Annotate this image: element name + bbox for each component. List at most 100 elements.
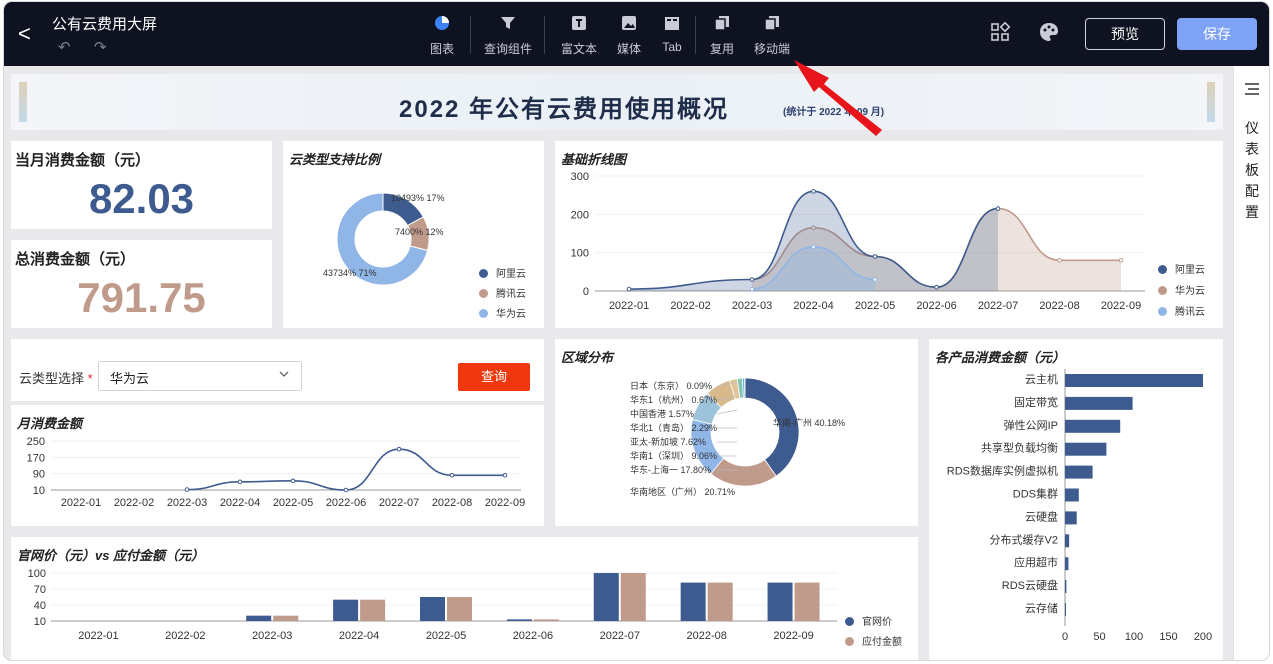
kpi-total-label: 总消费金额（元） <box>15 251 136 268</box>
x-tick-label: 2022-03 <box>167 497 207 509</box>
chevron-down-icon <box>279 371 289 377</box>
series-point <box>290 478 296 484</box>
layout-grid-icon[interactable] <box>989 21 1011 43</box>
divider <box>470 16 471 54</box>
required-marker: * <box>87 371 93 386</box>
donut-data-label: 10493% 17% <box>391 193 445 203</box>
kpi-monthly-value: 82.03 <box>88 175 195 222</box>
basic-line-card[interactable]: 基础折线图 0 100 200 300 2022-01 2022-02 2022-03 202… <box>555 141 1223 328</box>
y-tick-label: 170 <box>27 452 45 464</box>
y-tick-label: 300 <box>571 171 589 183</box>
legend-huawei[interactable]: 华为云 <box>1158 282 1205 297</box>
y-tick-label: 0 <box>583 286 589 298</box>
product-bar <box>1065 580 1067 594</box>
y-tick-label: 100 <box>571 248 589 260</box>
series-bar-0 <box>593 573 619 621</box>
series-bar-0 <box>333 599 359 621</box>
legend-label: 官网价 <box>862 617 892 628</box>
tool-label: 移动端 <box>753 42 790 56</box>
legend-label: 阿里云 <box>1175 265 1205 276</box>
product-bar <box>1065 603 1066 616</box>
preview-button[interactable]: 预览 <box>1085 18 1165 50</box>
undo-icon[interactable]: ↶ <box>58 38 71 56</box>
legend-aliyun[interactable]: 阿里云 <box>479 265 526 280</box>
product-bar <box>1065 511 1077 525</box>
donut-slice-1 <box>710 457 777 487</box>
legend-aliyun[interactable]: 阿里云 <box>1158 261 1205 276</box>
basic-line-chart: 0 100 200 300 2022-01 2022-02 2022-03 2022-04 20… <box>571 171 1145 312</box>
redo-icon[interactable]: ↷ <box>94 38 107 56</box>
kpi-monthly-card[interactable]: 当月消费金额（元） 82.03 <box>11 141 272 229</box>
series-point <box>872 254 878 259</box>
tool-label: 查询组件 <box>483 42 532 56</box>
series-bar-1 <box>533 619 559 621</box>
x-tick-label: 2022-06 <box>513 630 553 642</box>
x-tick-label: 100 <box>1125 631 1143 643</box>
legend-tencent[interactable]: 腾讯云 <box>479 285 526 300</box>
series-bar-0 <box>680 582 706 621</box>
series-point <box>934 284 939 290</box>
price-compare-card[interactable]: 官网价（元）vs 应付金额（元） 10 40 70 100 2022-01 2022-02… <box>11 537 918 660</box>
x-tick-label: 2022-02 <box>165 630 205 642</box>
series-point <box>749 286 755 292</box>
region-card[interactable]: 区域分布 华南-广州 40.18% 华南地区（广州） 20.71% 日本（东京） 0… <box>555 339 918 526</box>
y-tick-label: 10 <box>33 485 45 497</box>
save-button[interactable]: 保存 <box>1177 18 1257 50</box>
legend-huawei[interactable]: 华为云 <box>479 305 526 320</box>
series-point <box>995 206 1001 211</box>
select-label-text: 云类型选择 <box>19 371 85 386</box>
x-tick-label: 2022-03 <box>252 630 292 642</box>
tool-mobile[interactable]: 移动端 <box>742 14 802 57</box>
legend-swatch <box>1158 265 1167 274</box>
donut-data-label: 日本（东京） 0.09% <box>630 380 712 391</box>
legend-swatch <box>479 289 488 298</box>
query-button[interactable]: 查询 <box>458 363 530 391</box>
tool-chart[interactable]: 图表 <box>412 14 472 57</box>
tool-label: 媒体 <box>616 42 641 56</box>
tool-query[interactable]: 查询组件 <box>478 14 538 57</box>
legend-tencent[interactable]: 腾讯云 <box>1158 303 1205 318</box>
legend-swatch <box>845 637 854 646</box>
divider <box>544 16 545 54</box>
dashboard-config-tab[interactable]: 仪表板配置 <box>1242 118 1262 223</box>
banner-decoration <box>1207 82 1215 122</box>
legend-label: 阿里云 <box>496 269 526 280</box>
palette-icon[interactable] <box>1038 21 1060 43</box>
x-tick-label: 2022-07 <box>978 300 1018 312</box>
category-label: RDS云硬盘 <box>1002 578 1058 592</box>
legend-payable[interactable]: 应付金额 <box>845 633 902 648</box>
donut-data-label: 43734% 71% <box>323 268 377 278</box>
donut-data-label: 华东-上海一 17.80% <box>630 464 711 475</box>
x-tick-label: 2022-05 <box>855 300 895 312</box>
series-bar-0 <box>506 619 532 621</box>
x-tick-label: 50 <box>1093 631 1105 643</box>
monthly-spend-card[interactable]: 月消费金额 10 90 170 250 2022-01 2022-02 2022-03 202… <box>11 405 544 526</box>
legend-label: 腾讯云 <box>1175 307 1205 318</box>
cloud-type-select[interactable]: 华为云 <box>98 361 302 391</box>
legend-swatch <box>479 309 488 318</box>
filter-icon <box>478 14 538 36</box>
banner-subtitle: (统计于 2022 年 09 月) <box>783 107 885 118</box>
cloud-type-card[interactable]: 云类型支持比例 10493% 17% 7400% 12% 43734% 71% 阿里… <box>283 141 544 328</box>
series-point <box>1118 258 1124 263</box>
legend-swatch <box>845 617 854 626</box>
product-spend-card[interactable]: 各产品消费金额（元） 0 50 100 150 200 云主机 固定带宽 弹性公网IP 共享型负… <box>929 339 1223 660</box>
back-arrow-icon[interactable]: < <box>18 22 38 46</box>
product-bar <box>1065 488 1079 502</box>
donut-data-label: 亚太-新加坡 7.62% <box>630 436 706 447</box>
category-label: 弹性公网IP <box>1004 418 1058 432</box>
category-label: 分布式缓存V2 <box>990 532 1058 546</box>
y-tick-label: 200 <box>571 209 589 221</box>
menu-icon[interactable] <box>1243 80 1261 98</box>
legend-swatch <box>1158 307 1167 316</box>
category-label: 共享型负载均衡 <box>981 441 1058 455</box>
legend-list-price[interactable]: 官网价 <box>845 613 892 628</box>
series-point <box>237 479 243 485</box>
donut-data-label: 华南1（深圳） 9.06% <box>630 450 717 461</box>
x-tick-label: 2022-09 <box>773 630 813 642</box>
product-bar <box>1065 534 1070 548</box>
tool-label: Tab <box>662 40 682 54</box>
product-bar <box>1065 419 1121 433</box>
kpi-total-card[interactable]: 总消费金额（元） 791.75 <box>11 240 272 328</box>
price-compare-chart: 10 40 70 100 2022-01 2022-02 2022-03 2022-04 202… <box>28 568 837 642</box>
